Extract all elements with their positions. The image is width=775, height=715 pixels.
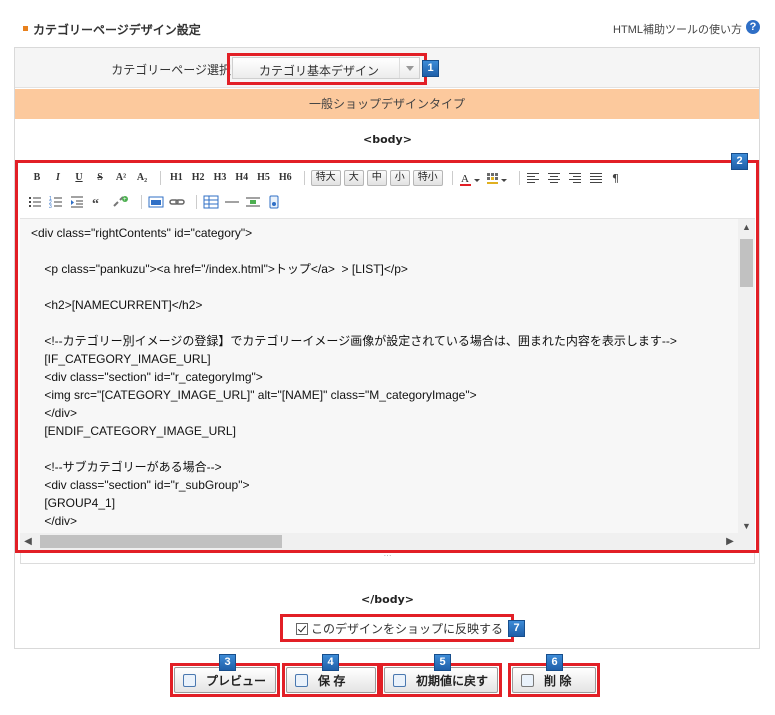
h5-button[interactable]: H5 xyxy=(254,169,273,187)
delete-button-label: 削 除 xyxy=(544,673,572,688)
h4-button[interactable]: H4 xyxy=(232,169,251,187)
italic-button[interactable]: I xyxy=(49,169,67,187)
category-select[interactable]: カテゴリ基本デザイン xyxy=(232,57,420,79)
insert-row-icon[interactable] xyxy=(245,195,261,209)
paragraph-icon[interactable]: ¶ xyxy=(610,171,626,185)
reflect-design-checkbox[interactable]: このデザインをショップに反映する xyxy=(296,620,503,637)
chevron-down-icon[interactable] xyxy=(399,58,419,78)
resize-handle-icon[interactable]: ⋯ xyxy=(20,552,755,564)
superscript-button[interactable]: A² xyxy=(112,169,130,187)
reflect-design-label: このデザインをショップに反映する xyxy=(311,622,504,636)
scroll-down-icon[interactable]: ▼ xyxy=(738,518,755,534)
strikethrough-button[interactable]: S xyxy=(91,169,109,187)
toolbar-separator xyxy=(196,195,197,209)
toolbar-separator xyxy=(518,171,520,185)
badge-2: 2 xyxy=(731,153,748,170)
preview-button-label: プレビュー xyxy=(206,673,267,688)
body-close-tag: </body> xyxy=(361,593,414,606)
horizontal-rule-icon[interactable] xyxy=(224,195,240,209)
horizontal-scroll-thumb[interactable] xyxy=(40,535,282,548)
svg-text:¶: ¶ xyxy=(612,172,619,185)
indent-icon[interactable] xyxy=(70,195,86,209)
checkbox-checked-icon[interactable] xyxy=(296,622,308,635)
align-justify-icon[interactable] xyxy=(589,171,605,185)
align-right-icon[interactable] xyxy=(568,171,584,185)
reset-icon xyxy=(393,673,406,687)
unlink-icon[interactable]: + xyxy=(112,195,130,209)
reset-button-label: 初期値に戻す xyxy=(416,673,489,688)
trash-icon xyxy=(521,673,534,687)
badge-5: 5 xyxy=(434,654,451,671)
vertical-scroll-thumb[interactable] xyxy=(740,239,753,287)
bullet-list-icon[interactable] xyxy=(28,195,44,209)
font-color-icon[interactable]: A xyxy=(459,171,481,186)
svg-text:3: 3 xyxy=(49,204,52,209)
help-icon[interactable]: ? xyxy=(746,20,760,34)
badge-3: 3 xyxy=(219,654,236,671)
svg-text:A: A xyxy=(461,173,469,185)
svg-text:“: “ xyxy=(92,197,99,209)
h3-button[interactable]: H3 xyxy=(211,169,230,187)
toolbar-separator xyxy=(451,171,453,185)
badge-7: 7 xyxy=(508,620,525,637)
link-icon[interactable] xyxy=(169,195,185,209)
scroll-left-icon[interactable]: ◀ xyxy=(20,533,36,550)
align-center-icon[interactable] xyxy=(547,171,563,185)
table-icon[interactable] xyxy=(203,195,219,209)
size-xlarge-button[interactable]: 特大 xyxy=(310,170,341,186)
badge-6: 6 xyxy=(546,654,563,671)
category-select-label: カテゴリーページ選択 xyxy=(111,63,231,77)
quote-icon[interactable]: “ xyxy=(91,195,107,212)
svg-text:+: + xyxy=(123,197,127,203)
page-title: カテゴリーページデザイン設定 xyxy=(33,23,201,37)
align-left-icon[interactable] xyxy=(526,171,542,185)
help-link[interactable]: HTML補助ツールの使い方 xyxy=(613,21,742,37)
horizontal-scrollbar[interactable]: ◀ ▶ xyxy=(20,533,755,550)
bold-button[interactable]: B xyxy=(28,169,46,187)
scroll-right-icon[interactable]: ▶ xyxy=(722,533,738,550)
category-select-value: カテゴリ基本デザイン xyxy=(259,64,380,78)
html-code-editor[interactable]: <div class="rightContents" id="category"… xyxy=(20,218,755,550)
save-icon xyxy=(295,673,308,687)
h1-button[interactable]: H1 xyxy=(167,169,186,187)
toolbar-separator xyxy=(303,171,305,185)
image-icon[interactable] xyxy=(148,195,164,209)
subscript-button[interactable]: A₂ xyxy=(133,169,151,187)
save-button-label: 保 存 xyxy=(318,673,346,688)
media-icon[interactable] xyxy=(266,195,282,209)
size-medium-button[interactable]: 中 xyxy=(366,170,387,186)
body-open-tag: <body> xyxy=(363,133,412,146)
size-small-button[interactable]: 小 xyxy=(389,170,410,186)
toolbar-separator xyxy=(141,195,142,209)
h6-button[interactable]: H6 xyxy=(276,169,295,187)
design-type-bar: 一般ショップデザインタイプ xyxy=(15,89,759,119)
vertical-scrollbar[interactable]: ▲ ▼ xyxy=(738,219,755,534)
h2-button[interactable]: H2 xyxy=(189,169,208,187)
underline-button[interactable]: U xyxy=(70,169,88,187)
badge-1: 1 xyxy=(422,60,439,77)
monitor-icon xyxy=(183,673,196,687)
code-content[interactable]: <div class="rightContents" id="category"… xyxy=(31,224,731,530)
size-large-button[interactable]: 大 xyxy=(343,170,364,186)
title-bullet xyxy=(23,26,28,31)
page-header: カテゴリーページデザイン設定 HTML補助ツールの使い方 ? xyxy=(0,0,775,40)
editor-toolbar: B I U S A² A₂ H1 H2 H3 H4 H5 H6 特大 大 中 小… xyxy=(20,164,754,218)
scroll-up-icon[interactable]: ▲ xyxy=(738,219,755,235)
size-xsmall-button[interactable]: 特小 xyxy=(412,170,443,186)
numbered-list-icon[interactable]: 123 xyxy=(49,195,65,210)
background-color-icon[interactable] xyxy=(486,171,508,185)
badge-4: 4 xyxy=(322,654,339,671)
toolbar-separator xyxy=(160,171,161,185)
